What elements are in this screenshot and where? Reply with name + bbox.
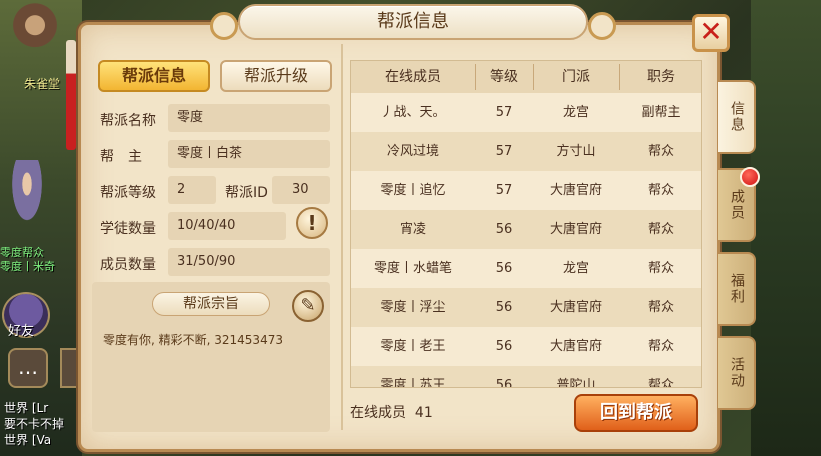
member-name: 零度丨浮尘 [380, 300, 446, 315]
member-level: 56 [495, 300, 513, 315]
table-row[interactable]: 零度丨追忆 57 大唐官府 帮众 [351, 171, 701, 210]
member-position: 帮众 [647, 300, 674, 315]
header-position: 职务 [647, 69, 675, 85]
member-position: 帮众 [647, 222, 674, 237]
table-row[interactable]: 零度丨浮尘 56 大唐官府 帮众 [351, 288, 701, 327]
apprentice-info-button[interactable]: ! [296, 207, 328, 239]
panel-tassel-ornament [66, 40, 76, 150]
member-level: 56 [495, 339, 513, 354]
table-row[interactable]: 零度丨苏王 56 普陀山 帮众 [351, 366, 701, 388]
member-name: 丿战、天。 [380, 105, 446, 120]
chat-toggle-button[interactable] [60, 348, 80, 388]
member-level: 56 [495, 378, 513, 388]
member-position: 帮众 [647, 183, 674, 198]
member-count-field: 31/50/90 [168, 248, 330, 276]
table-row[interactable]: 宵凌 56 大唐官府 帮众 [351, 210, 701, 249]
guild-level-label: 帮派等级 [100, 185, 156, 201]
header-online-member: 在线成员 [385, 69, 441, 85]
member-level: 57 [495, 105, 513, 120]
member-school: 普陀山 [556, 378, 596, 388]
table-row[interactable]: 零度丨水蜡笔 56 龙宫 帮众 [351, 249, 701, 288]
guild-motto-title: 帮派宗旨 [152, 292, 270, 316]
table-row[interactable]: 零度丨老王 56 大唐官府 帮众 [351, 327, 701, 366]
member-position: 帮众 [647, 261, 674, 276]
member-level: 57 [495, 144, 513, 159]
return-to-guild-button[interactable]: 回到帮派 [574, 394, 698, 432]
panel-title: 帮派信息 [210, 4, 616, 40]
guild-leader-label: 帮 主 [100, 149, 142, 165]
table-header: 在线成员 等级 门派 职务 [351, 61, 701, 93]
side-tab-welfare[interactable]: 福利 [718, 252, 756, 326]
chat-bubble-icon[interactable]: … [8, 348, 48, 388]
notification-dot-icon [740, 167, 760, 187]
member-school: 大唐官府 [549, 339, 602, 354]
guild-motto-text: 零度有你, 精彩不断, 321453473 [103, 333, 283, 347]
apprentice-count-label: 学徒数量 [100, 221, 156, 237]
table-row[interactable]: 冷风过境 57 方寸山 帮众 [351, 132, 701, 171]
member-school: 大唐官府 [549, 222, 602, 237]
member-level: 56 [495, 261, 513, 276]
member-name: 宵凌 [399, 222, 426, 237]
guild-id-label: 帮派ID [225, 185, 268, 201]
member-name: 零度丨老王 [380, 339, 446, 354]
column-divider [341, 44, 343, 430]
guild-level-field: 2 [168, 176, 216, 204]
member-school: 大唐官府 [549, 183, 602, 198]
header-school: 门派 [562, 69, 590, 85]
member-position: 帮众 [647, 144, 674, 159]
guild-leader-field: 零度丨白茶 [168, 140, 330, 168]
tab-guild-upgrade[interactable]: 帮派升级 [220, 60, 332, 92]
npc-name: 朱雀堂 [24, 77, 61, 91]
member-school: 龙宫 [562, 105, 589, 120]
member-position: 副帮主 [641, 105, 681, 120]
close-button[interactable]: ✕ [692, 14, 730, 52]
member-school: 大唐官府 [549, 300, 602, 315]
member-name: 冷风过境 [386, 144, 439, 159]
chat-line: 世界 [Va [4, 433, 52, 447]
member-name: 零度丨水蜡笔 [373, 261, 452, 276]
edit-motto-brush-icon[interactable]: ✎ [292, 290, 324, 322]
member-position: 帮众 [647, 378, 674, 388]
guild-name-field: 零度 [168, 104, 330, 132]
guild-id-field: 30 [272, 176, 330, 204]
apprentice-count-field: 10/40/40 [168, 212, 286, 240]
table-row[interactable]: 丿战、天。 57 龙宫 副帮主 [351, 93, 701, 132]
player-name: 零度帮众 零度丨米奇 [0, 246, 55, 273]
tab-guild-info[interactable]: 帮派信息 [98, 60, 210, 92]
member-school: 方寸山 [556, 144, 596, 159]
chat-line: 世界 [Lr [4, 401, 49, 415]
online-members-table[interactable]: 在线成员 等级 门派 职务 丿战、天。 57 龙宫 副帮主 冷风过境 57 方寸… [350, 60, 702, 388]
member-school: 龙宫 [562, 261, 589, 276]
member-level: 56 [495, 222, 513, 237]
npc-character[interactable] [8, 0, 62, 72]
header-level: 等级 [490, 69, 518, 85]
side-tab-info[interactable]: 信息 [718, 80, 756, 154]
friends-label: 好友 [8, 324, 35, 339]
online-member-count: 在线成员 41 [350, 405, 433, 421]
game-world-right [751, 0, 821, 456]
member-level: 57 [495, 183, 513, 198]
chat-log: 世界 [Lr 要不卡不掉 世界 [Va [4, 400, 64, 448]
player-character[interactable] [4, 160, 50, 240]
member-name: 零度丨追忆 [380, 183, 446, 198]
member-count-label: 成员数量 [100, 257, 156, 273]
side-tab-activities[interactable]: 活动 [718, 336, 756, 410]
member-position: 帮众 [647, 339, 674, 354]
guild-name-label: 帮派名称 [100, 113, 156, 129]
member-name: 零度丨苏王 [380, 378, 446, 388]
chat-line: 要不卡不掉 [4, 417, 65, 431]
